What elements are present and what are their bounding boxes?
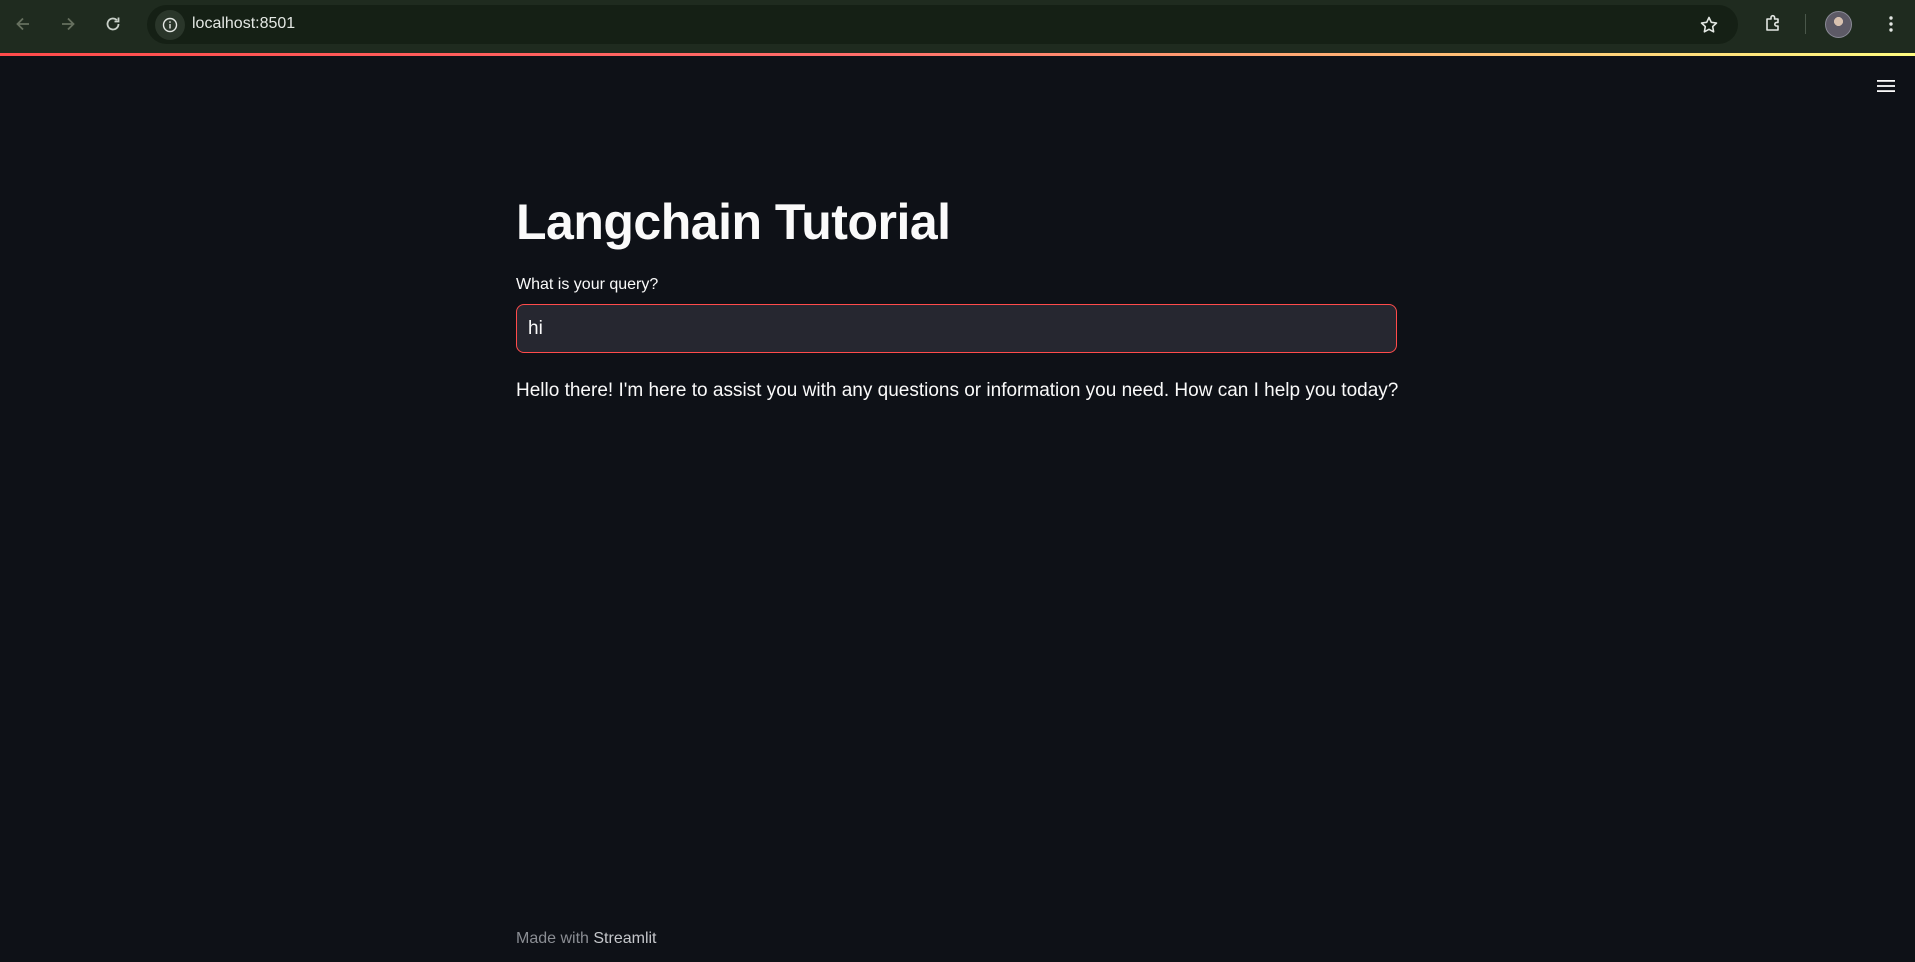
back-button[interactable] — [9, 10, 37, 38]
footer: Made with Streamlit — [516, 930, 657, 948]
query-label: What is your query? — [516, 276, 659, 293]
reload-icon — [106, 17, 120, 31]
footer-streamlit-link[interactable]: Streamlit — [593, 930, 656, 947]
hamburger-icon — [1877, 80, 1895, 92]
puzzle-icon — [1766, 14, 1779, 31]
main-content: Langchain Tutorial What is your query? H… — [516, 190, 1399, 405]
arrow-right-icon — [62, 17, 75, 31]
query-input[interactable] — [516, 304, 1397, 353]
address-bar[interactable]: localhost:8501 — [147, 5, 1738, 44]
response-text: Hello there! I'm here to assist you with… — [516, 380, 1399, 401]
star-icon — [1700, 16, 1718, 33]
reload-button[interactable] — [99, 10, 127, 38]
extensions-button[interactable] — [1759, 10, 1787, 38]
browser-menu-button[interactable] — [1877, 10, 1905, 38]
site-info-button[interactable] — [155, 10, 185, 40]
forward-button[interactable] — [54, 10, 82, 38]
avatar[interactable] — [1825, 11, 1852, 38]
vertical-dots-icon — [1889, 16, 1893, 32]
browser-toolbar: localhost:8501 — [0, 0, 1915, 53]
url-text[interactable]: localhost:8501 — [192, 15, 295, 33]
bookmark-button[interactable] — [1695, 15, 1723, 35]
info-icon — [162, 17, 178, 33]
app-main-menu-button[interactable] — [1874, 76, 1898, 96]
app-header-decoration — [0, 53, 1915, 56]
arrow-left-icon — [16, 17, 29, 31]
page-title: Langchain Tutorial — [516, 194, 951, 250]
footer-prefix: Made with — [516, 930, 594, 947]
toolbar-divider — [1805, 14, 1806, 34]
